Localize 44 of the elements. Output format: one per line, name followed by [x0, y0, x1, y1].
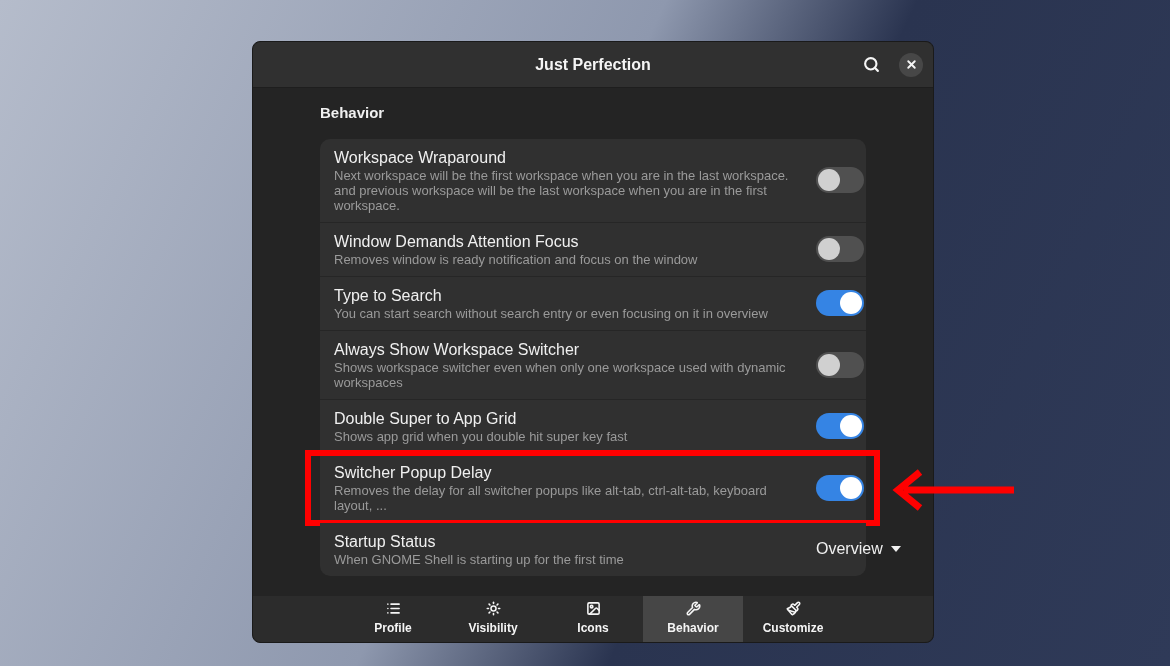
switch-knob: [840, 292, 862, 314]
setting-description: Shows workspace switcher even when only one workspace used with dynamic workspaces: [334, 359, 787, 390]
toggle-switch[interactable]: [816, 290, 864, 316]
tab[interactable]: Customize: [743, 596, 843, 642]
caret-icon: [890, 546, 901, 552]
switch-knob: [840, 415, 862, 437]
switch-knob: [818, 238, 840, 260]
switch-knob: [818, 169, 840, 191]
switch-knob: [840, 476, 862, 499]
setting-title: Window Demands Attention Focus: [334, 231, 580, 252]
close-icon: [904, 58, 918, 71]
setting-description: Shows app grid when you double hit super key fast: [334, 428, 629, 444]
setting-title: Switcher Popup Delay: [334, 462, 493, 483]
window-title: Just Perfection: [535, 54, 651, 75]
tab[interactable]: Icons: [543, 596, 643, 642]
toggle-switch[interactable]: [816, 351, 864, 378]
switch-knob: [818, 353, 840, 376]
setting-title: Startup Status: [334, 531, 437, 552]
arrow-icon: [892, 467, 1014, 512]
wrench-icon: [685, 601, 701, 616]
toggle-switch[interactable]: [816, 167, 864, 193]
section-title: Behavior: [320, 103, 386, 123]
setting-description: Removes the delay for all switcher popups like alt-tab, ctrl-alt-tab, keyboard layout, ...: [334, 482, 768, 513]
setting-description: When GNOME Shell is starting up for the first time: [334, 551, 625, 567]
setting-description: Next workspace will be the first workspace when you are in the last workspace. and previous workspace will be the last workspace when you are in the first workspace.: [334, 167, 790, 213]
brush-icon: [785, 601, 801, 616]
toggle-switch[interactable]: [816, 413, 864, 439]
close-button[interactable]: [899, 52, 923, 77]
sun-icon: [485, 601, 501, 616]
setting-title: Double Super to App Grid: [334, 408, 518, 429]
setting-title: Always Show Workspace Switcher: [334, 339, 581, 360]
toggle-switch[interactable]: [816, 236, 864, 262]
dropdown[interactable]: Overview: [816, 537, 901, 561]
tab[interactable]: Behavior: [643, 596, 743, 642]
setting-description: You can start search without search entry or even focusing on it in overview: [334, 305, 769, 321]
setting-title: Type to Search: [334, 285, 443, 306]
setting-description: Removes window is ready notification and focus on the window: [334, 251, 699, 267]
image-icon: [585, 601, 601, 616]
setting-title: Workspace Wraparound: [334, 147, 507, 168]
tab[interactable]: Profile: [343, 596, 443, 642]
tab[interactable]: Visibility: [443, 596, 543, 642]
search-icon: [862, 56, 880, 73]
toggle-switch[interactable]: [816, 474, 864, 501]
list-icon: [385, 601, 401, 616]
